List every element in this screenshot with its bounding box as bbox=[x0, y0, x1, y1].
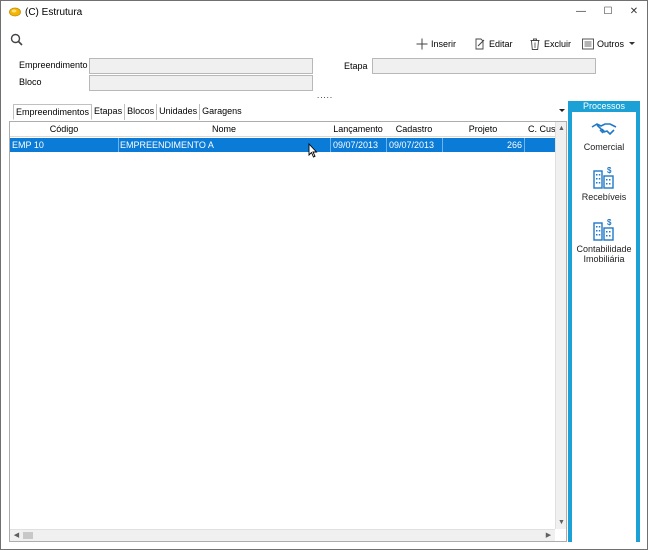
cell-cadastro: 09/07/2013 bbox=[389, 140, 435, 150]
contabilidade-label: Contabilidade bbox=[576, 244, 632, 254]
outros-button[interactable]: Outros bbox=[582, 37, 640, 51]
outros-label: Outros bbox=[597, 39, 625, 49]
tab-bar: Empreendimentos Etapas Blocos Unidades G… bbox=[13, 104, 244, 120]
scroll-left-icon[interactable]: ◀ bbox=[11, 530, 22, 541]
horizontal-scroll-thumb[interactable] bbox=[23, 532, 33, 539]
buildings-dollar-icon: $ bbox=[593, 166, 614, 189]
plus-icon bbox=[416, 38, 428, 50]
column-header-projeto[interactable]: Projeto bbox=[442, 124, 524, 134]
etapa-label: Etapa bbox=[344, 61, 368, 71]
chevron-down-icon bbox=[629, 42, 636, 45]
app-window: (C) Estrutura — ☐ ✕ Inserir Editar Exclu… bbox=[0, 0, 648, 550]
data-grid: Código Nome Lançamento Cadastro Projeto … bbox=[9, 121, 567, 542]
cell-codigo: EMP 10 bbox=[12, 140, 44, 150]
editar-label: Editar bbox=[489, 39, 513, 49]
search-icon bbox=[10, 33, 23, 46]
processos-panel: Processos Comercial $ Recebíveis $ Conta… bbox=[568, 101, 640, 542]
bloco-field[interactable] bbox=[89, 75, 313, 91]
app-logo-icon bbox=[9, 7, 21, 17]
recebiveis-label: Recebíveis bbox=[581, 192, 627, 202]
title-bar: (C) Estrutura — ☐ ✕ bbox=[1, 1, 647, 25]
buildings-dollar-icon: $ bbox=[593, 218, 614, 241]
cell-lancamento: 09/07/2013 bbox=[333, 140, 379, 150]
excluir-label: Excluir bbox=[544, 39, 572, 49]
trash-icon bbox=[530, 38, 540, 50]
search-button[interactable] bbox=[8, 31, 26, 49]
scroll-down-icon[interactable]: ▼ bbox=[556, 517, 567, 528]
tab-blocos[interactable]: Blocos bbox=[125, 104, 158, 120]
horizontal-scrollbar[interactable]: ◀ ▶ bbox=[10, 529, 555, 541]
svg-text:$: $ bbox=[607, 166, 612, 175]
comercial-label: Comercial bbox=[583, 142, 625, 152]
window-title: (C) Estrutura bbox=[25, 7, 83, 18]
grid-header: Código Nome Lançamento Cadastro Projeto … bbox=[10, 122, 555, 137]
column-header-cadastro[interactable]: Cadastro bbox=[386, 124, 442, 134]
cell-nome: EMPREENDIMENTO A bbox=[120, 140, 214, 150]
vertical-scrollbar[interactable]: ▲ ▼ bbox=[555, 122, 566, 529]
column-header-ccusto[interactable]: C. Cust bbox=[524, 124, 555, 134]
inserir-label: Inserir bbox=[431, 39, 457, 49]
tab-empreendimentos[interactable]: Empreendimentos bbox=[13, 104, 93, 120]
tab-etapas[interactable]: Etapas bbox=[92, 104, 126, 120]
minimize-button[interactable]: — bbox=[567, 3, 595, 23]
cell-separator bbox=[524, 138, 525, 152]
empreendimento-field[interactable] bbox=[89, 58, 313, 74]
mouse-cursor-icon bbox=[308, 143, 318, 158]
scroll-right-icon[interactable]: ▶ bbox=[543, 530, 554, 541]
column-header-codigo[interactable]: Código bbox=[10, 124, 118, 134]
etapa-field[interactable] bbox=[372, 58, 596, 74]
column-header-nome[interactable]: Nome bbox=[118, 124, 330, 134]
svg-text:$: $ bbox=[607, 218, 612, 227]
editar-button[interactable]: Editar bbox=[474, 37, 513, 51]
close-button[interactable]: ✕ bbox=[620, 3, 648, 23]
handshake-icon bbox=[591, 123, 617, 136]
empreendimento-label: Empreendimento bbox=[19, 60, 88, 70]
process-contabilidade-imobiliaria[interactable]: $ Contabilidade Imobiliária bbox=[572, 217, 636, 264]
scroll-up-icon[interactable]: ▲ bbox=[556, 123, 567, 134]
edit-document-icon bbox=[475, 38, 485, 50]
tab-garagens[interactable]: Garagens bbox=[200, 104, 244, 120]
cell-separator bbox=[386, 138, 387, 152]
tab-dropdown-icon[interactable] bbox=[558, 107, 566, 115]
inserir-button[interactable]: Inserir bbox=[416, 37, 456, 51]
more-options-dots[interactable]: ..... bbox=[317, 91, 333, 100]
column-header-lancamento[interactable]: Lançamento bbox=[330, 124, 386, 134]
bloco-label: Bloco bbox=[19, 77, 42, 87]
cell-projeto: 266 bbox=[506, 140, 522, 150]
list-icon bbox=[582, 38, 594, 50]
process-comercial[interactable]: Comercial bbox=[572, 121, 636, 152]
maximize-button[interactable]: ☐ bbox=[594, 3, 622, 23]
imobiliaria-label: Imobiliária bbox=[583, 254, 625, 264]
processos-header: Processos bbox=[572, 101, 636, 112]
tab-unidades[interactable]: Unidades bbox=[157, 104, 201, 120]
cell-separator bbox=[118, 138, 119, 152]
process-recebiveis[interactable]: $ Recebíveis bbox=[572, 165, 636, 202]
table-row[interactable]: EMP 10 EMPREENDIMENTO A 09/07/2013 09/07… bbox=[10, 138, 555, 152]
cell-separator bbox=[330, 138, 331, 152]
cell-separator bbox=[442, 138, 443, 152]
excluir-button[interactable]: Excluir bbox=[529, 37, 571, 51]
